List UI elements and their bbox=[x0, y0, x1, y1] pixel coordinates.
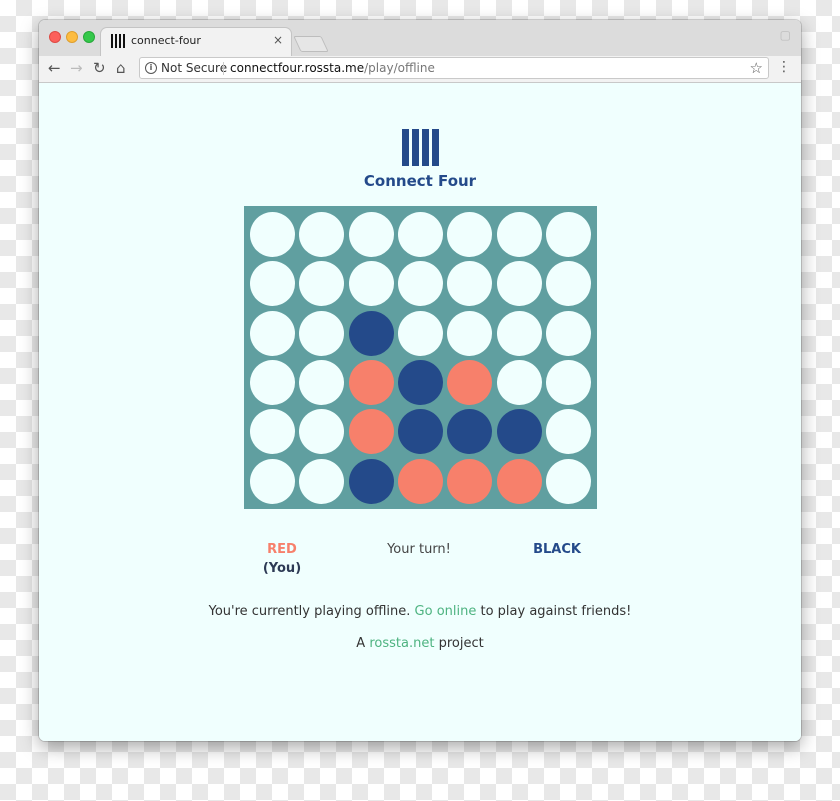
url-divider bbox=[223, 62, 224, 75]
go-online-link[interactable]: Go online bbox=[415, 604, 477, 619]
empty-slot[interactable] bbox=[496, 212, 542, 257]
maximize-window-button[interactable] bbox=[83, 31, 95, 43]
offline-notice: You're currently playing offline. Go onl… bbox=[39, 604, 801, 619]
browser-toolbar: ← → ↻ ⌂ i Not Secure connectfour.rossta.… bbox=[39, 56, 801, 83]
profile-icon[interactable]: ▢ bbox=[780, 28, 791, 42]
red-disc[interactable] bbox=[348, 409, 394, 455]
black-disc[interactable] bbox=[397, 359, 443, 405]
red-disc[interactable] bbox=[496, 458, 542, 504]
player-black-label: BLACK bbox=[533, 542, 581, 557]
page-content: Connect Four RED (You) Your turn! BLACK … bbox=[39, 83, 801, 741]
security-label: Not Secure bbox=[161, 61, 228, 75]
home-icon[interactable]: ⌂ bbox=[116, 58, 126, 78]
empty-slot[interactable] bbox=[447, 261, 493, 307]
black-disc[interactable] bbox=[397, 409, 443, 455]
empty-slot[interactable] bbox=[299, 261, 345, 307]
project-credit: A rossta.net project bbox=[39, 636, 801, 651]
empty-slot[interactable] bbox=[397, 310, 443, 356]
empty-slot[interactable] bbox=[299, 212, 345, 257]
reload-icon[interactable]: ↻ bbox=[93, 58, 106, 78]
bookmark-star-icon[interactable]: ☆ bbox=[750, 59, 763, 77]
project-prefix: A bbox=[356, 636, 366, 651]
tab-close-icon[interactable]: × bbox=[273, 33, 283, 47]
empty-slot[interactable] bbox=[496, 261, 542, 307]
empty-slot[interactable] bbox=[348, 212, 394, 257]
tab-bar: connect-four × ▢ bbox=[39, 20, 801, 56]
info-icon[interactable]: i bbox=[145, 62, 157, 74]
red-disc[interactable] bbox=[348, 359, 394, 405]
tab-title: connect-four bbox=[131, 34, 201, 47]
empty-slot[interactable] bbox=[545, 212, 591, 257]
black-disc[interactable] bbox=[447, 409, 493, 455]
browser-window: connect-four × ▢ ← → ↻ ⌂ i Not Secure co… bbox=[39, 20, 801, 741]
empty-slot[interactable] bbox=[250, 409, 295, 455]
empty-slot[interactable] bbox=[545, 359, 591, 405]
connect-four-logo-icon bbox=[402, 129, 439, 166]
empty-slot[interactable] bbox=[496, 359, 542, 405]
url-host: connectfour.rossta.me bbox=[230, 61, 365, 75]
project-suffix: project bbox=[438, 636, 484, 651]
empty-slot[interactable] bbox=[348, 261, 394, 307]
black-disc[interactable] bbox=[348, 458, 394, 504]
empty-slot[interactable] bbox=[250, 212, 295, 257]
browser-tab[interactable]: connect-four × bbox=[101, 28, 291, 56]
empty-slot[interactable] bbox=[299, 458, 345, 504]
empty-slot[interactable] bbox=[250, 359, 295, 405]
empty-slot[interactable] bbox=[299, 310, 345, 356]
empty-slot[interactable] bbox=[496, 310, 542, 356]
favicon-icon bbox=[111, 34, 125, 48]
minimize-window-button[interactable] bbox=[66, 31, 78, 43]
forward-icon[interactable]: → bbox=[70, 58, 83, 78]
empty-slot[interactable] bbox=[447, 310, 493, 356]
empty-slot[interactable] bbox=[299, 359, 345, 405]
empty-slot[interactable] bbox=[545, 261, 591, 307]
empty-slot[interactable] bbox=[299, 409, 345, 455]
empty-slot[interactable] bbox=[397, 261, 443, 307]
url-text: connectfour.rossta.me/play/offline bbox=[230, 61, 435, 75]
player-red: RED (You) bbox=[242, 542, 322, 576]
new-tab-button[interactable] bbox=[293, 36, 329, 52]
red-disc[interactable] bbox=[447, 359, 493, 405]
red-disc[interactable] bbox=[397, 458, 443, 504]
close-window-button[interactable] bbox=[49, 31, 61, 43]
page-title: Connect Four bbox=[363, 172, 477, 190]
empty-slot[interactable] bbox=[250, 310, 295, 356]
empty-slot[interactable] bbox=[250, 458, 295, 504]
empty-slot[interactable] bbox=[447, 212, 493, 257]
back-icon[interactable]: ← bbox=[48, 58, 61, 78]
game-board bbox=[244, 206, 597, 509]
black-disc[interactable] bbox=[496, 409, 542, 455]
empty-slot[interactable] bbox=[397, 212, 443, 257]
offline-prefix: You're currently playing offline. bbox=[208, 604, 411, 619]
offline-suffix: to play against friends! bbox=[480, 604, 632, 619]
empty-slot[interactable] bbox=[545, 458, 591, 504]
empty-slot[interactable] bbox=[250, 261, 295, 307]
red-disc[interactable] bbox=[447, 458, 493, 504]
player-you-label: (You) bbox=[262, 561, 302, 576]
address-bar[interactable]: i Not Secure connectfour.rossta.me/play/… bbox=[139, 57, 769, 79]
empty-slot[interactable] bbox=[545, 310, 591, 356]
rossta-link[interactable]: rossta.net bbox=[369, 636, 434, 651]
black-disc[interactable] bbox=[348, 310, 394, 356]
menu-kebab-icon[interactable]: ⋮ bbox=[777, 59, 791, 75]
empty-slot[interactable] bbox=[545, 409, 591, 455]
player-red-label: RED bbox=[267, 542, 297, 557]
turn-status: Your turn! bbox=[387, 542, 451, 557]
url-path: /play/offline bbox=[364, 61, 435, 75]
